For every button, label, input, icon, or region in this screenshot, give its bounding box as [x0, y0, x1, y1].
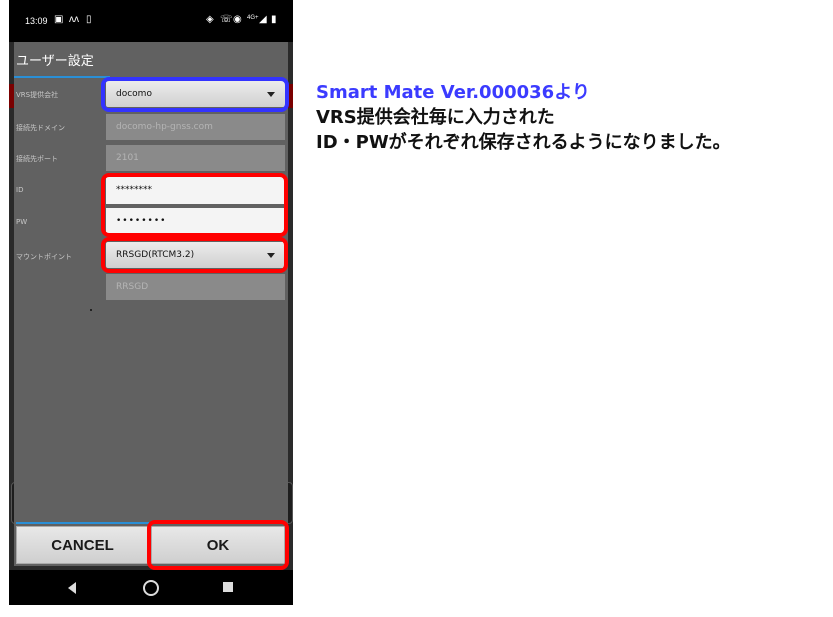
port-field: 2101 — [106, 145, 285, 171]
vrs-provider-highlight — [101, 77, 289, 112]
back-icon[interactable] — [68, 582, 76, 594]
phone-link-icon: ▯ — [86, 14, 92, 25]
button-divider — [16, 522, 149, 524]
domain-field: docomo-hp-gnss.com — [106, 114, 285, 140]
mountpoint-label: マウントポイント — [16, 253, 72, 261]
vibrate-icon: ◈ — [206, 14, 214, 25]
mountpoint-highlight — [101, 237, 288, 273]
volte-icon: ☏ — [220, 14, 233, 25]
annotation-line2: VRS提供会社毎に入力された — [316, 107, 555, 128]
dialog-title: ユーザー設定 — [16, 54, 94, 69]
cancel-button[interactable]: CANCEL — [16, 526, 149, 564]
navigation-bar — [9, 570, 293, 605]
status-time: 13:09 — [25, 16, 48, 26]
hotspot-icon: ◉ — [233, 14, 242, 25]
image-icon: ▣ — [54, 14, 64, 25]
id-label: ID — [16, 186, 24, 194]
annotation-line3: ID・PWがそれぞれ保存されるようになりました。 — [316, 132, 731, 153]
status-bar: 13:09 ▣ ʌʌ ▯ ◈ ☏ ◉ 4G+ ◢ ▮ — [9, 0, 293, 42]
stray-dot — [90, 309, 92, 311]
annotation-version: Smart Mate Ver.000036より — [316, 82, 590, 103]
port-label: 接続先ポート — [16, 155, 58, 163]
pw-label: PW — [16, 218, 28, 226]
vrs-provider-label: VRS提供会社 — [16, 91, 59, 99]
4g-signal-icon: 4G+ — [247, 15, 259, 21]
home-icon[interactable] — [143, 580, 159, 596]
battery-icon: ▮ — [271, 14, 277, 25]
mountpoint-name-field: RRSGD — [106, 274, 285, 300]
id-pw-highlight — [101, 173, 288, 237]
user-settings-dialog: ユーザー設定 VRS提供会社 docomo 接続先ドメイン docomo-hp-… — [14, 42, 288, 566]
activity-icon: ʌʌ — [69, 14, 79, 25]
signal-icon: ◢ — [259, 14, 267, 25]
domain-label: 接続先ドメイン — [16, 124, 65, 132]
recents-icon[interactable] — [223, 582, 233, 592]
ok-button-highlight — [147, 520, 289, 570]
title-divider — [14, 76, 110, 78]
